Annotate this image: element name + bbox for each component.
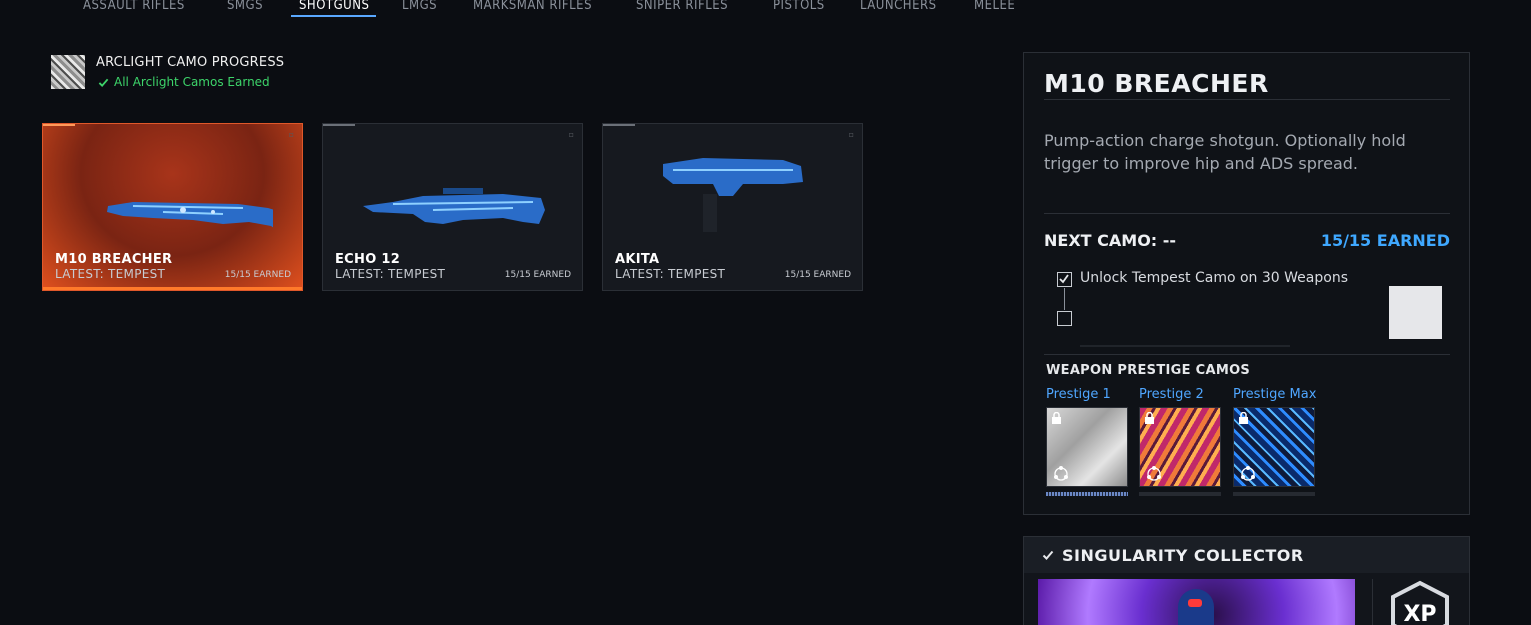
prestige-badge-icon: [1147, 466, 1161, 481]
card-progress-indicator: [323, 124, 355, 126]
prestige-label: Prestige 2: [1139, 387, 1204, 402]
check-icon: [1059, 274, 1069, 284]
prestige-badge-icon: [1054, 466, 1068, 481]
challenge-label: Unlock Tempest Camo on 30 Weapons: [1080, 270, 1348, 286]
arclight-status-label: All Arclight Camos Earned: [114, 75, 270, 89]
weapon-name: ECHO 12: [335, 252, 401, 267]
prestige-camo-image: [1046, 407, 1128, 487]
prestige-camo-image: [1139, 407, 1221, 487]
lock-icon: [1145, 412, 1154, 424]
prestige-badge-icon: [1241, 466, 1255, 481]
arclight-title: ARCLIGHT CAMO PROGRESS: [96, 55, 285, 70]
challenge-connector: [1064, 288, 1065, 310]
weapon-latest-camo: LATEST: TEMPEST: [55, 267, 166, 281]
card-corner-mark: ▫: [288, 130, 294, 139]
tab-shotguns[interactable]: SHOTGUNS: [299, 0, 369, 13]
card-corner-mark: ▫: [568, 130, 574, 139]
prestige-label: Prestige 1: [1046, 387, 1111, 402]
tab-assault-rifles[interactable]: ASSAULT RIFLES: [83, 0, 185, 13]
tab-lmgs[interactable]: LMGS: [402, 0, 437, 13]
tab-launchers[interactable]: LAUNCHERS: [860, 0, 937, 13]
prestige-camo-2[interactable]: Prestige 2: [1139, 387, 1221, 496]
shotgun-image: [663, 158, 803, 232]
detail-weapon-title: M10 BREACHER: [1044, 69, 1269, 98]
weapon-name: AKITA: [615, 252, 660, 267]
card-corner-mark: ▫: [848, 130, 854, 139]
detail-description: Pump-action charge shotgun. Optionally h…: [1044, 131, 1406, 173]
tab-smgs[interactable]: SMGS: [227, 0, 263, 13]
weapon-latest-camo: LATEST: TEMPEST: [335, 267, 446, 281]
weapon-category-tabs: ASSAULT RIFLES SMGS SHOTGUNS LMGS MARKSM…: [0, 0, 1100, 22]
check-icon: [98, 78, 109, 87]
xp-badge-icon: XP: [1391, 580, 1449, 625]
prestige-label: Prestige Max: [1233, 387, 1317, 402]
card-progress-indicator: [603, 124, 635, 126]
collector-title: SINGULARITY COLLECTOR: [1062, 546, 1304, 565]
xp-reward: XP: [1372, 579, 1462, 625]
weapon-name: M10 BREACHER: [55, 252, 173, 267]
prestige-progress-bar: [1139, 492, 1221, 496]
prestige-camo-max[interactable]: Prestige Max: [1233, 387, 1317, 496]
active-tab-indicator: [291, 15, 376, 17]
prestige-progress-bar: [1046, 492, 1128, 496]
lock-icon: [1052, 412, 1061, 424]
tab-melee[interactable]: MELEE: [974, 0, 1015, 13]
prestige-camo-image: [1233, 407, 1315, 487]
collector-reward-art: [1038, 579, 1355, 625]
next-camo-label: NEXT CAMO: --: [1044, 231, 1177, 250]
weapon-card-echo-12[interactable]: ▫ ECHO 12 LATEST: TEMPEST 15/15 EARNED: [322, 123, 583, 291]
shotgun-image: [363, 188, 545, 224]
tab-sniper-rifles[interactable]: SNIPER RIFLES: [636, 0, 728, 13]
lock-icon: [1239, 412, 1248, 424]
challenge-progress-bar: [1080, 345, 1290, 347]
challenge-checkbox-checked[interactable]: [1057, 272, 1072, 287]
weapon-card-m10-breacher[interactable]: ▫ M10 BREACHER LATEST: TEMPEST 15/15 EAR…: [42, 123, 303, 291]
xp-badge-label: XP: [1403, 602, 1436, 625]
prestige-camo-1[interactable]: Prestige 1: [1046, 387, 1128, 496]
divider: [1044, 99, 1450, 100]
reward-preview: [1389, 286, 1442, 339]
tab-marksman-rifles[interactable]: MARKSMAN RIFLES: [473, 0, 592, 13]
shotgun-image: [107, 202, 273, 228]
weapon-latest-camo: LATEST: TEMPEST: [615, 267, 726, 281]
weapon-card-akita[interactable]: ▫ AKITA LATEST: TEMPEST 15/15 EARNED: [602, 123, 863, 291]
weapon-earned-count: 15/15 EARNED: [224, 270, 291, 280]
prestige-camos-title: WEAPON PRESTIGE CAMOS: [1046, 363, 1251, 378]
challenge-checkbox-empty[interactable]: [1057, 311, 1072, 326]
collector-header: SINGULARITY COLLECTOR: [1024, 537, 1469, 573]
weapon-detail-panel: M10 BREACHER Pump-action charge shotgun.…: [1023, 52, 1470, 515]
arclight-status: All Arclight Camos Earned: [98, 75, 270, 89]
prestige-progress-bar: [1233, 492, 1315, 496]
divider: [1044, 354, 1450, 355]
divider: [1044, 213, 1450, 214]
tab-pistols[interactable]: PISTOLS: [773, 0, 825, 13]
weapon-earned-count: 15/15 EARNED: [504, 270, 571, 280]
check-icon: [1042, 550, 1054, 560]
singularity-collector-panel[interactable]: SINGULARITY COLLECTOR XP: [1023, 536, 1470, 625]
camo-earned-count: 15/15 EARNED: [1320, 231, 1450, 250]
card-progress-indicator: [43, 124, 75, 126]
weapon-earned-count: 15/15 EARNED: [784, 270, 851, 280]
arclight-camo-thumbnail: [51, 55, 85, 89]
